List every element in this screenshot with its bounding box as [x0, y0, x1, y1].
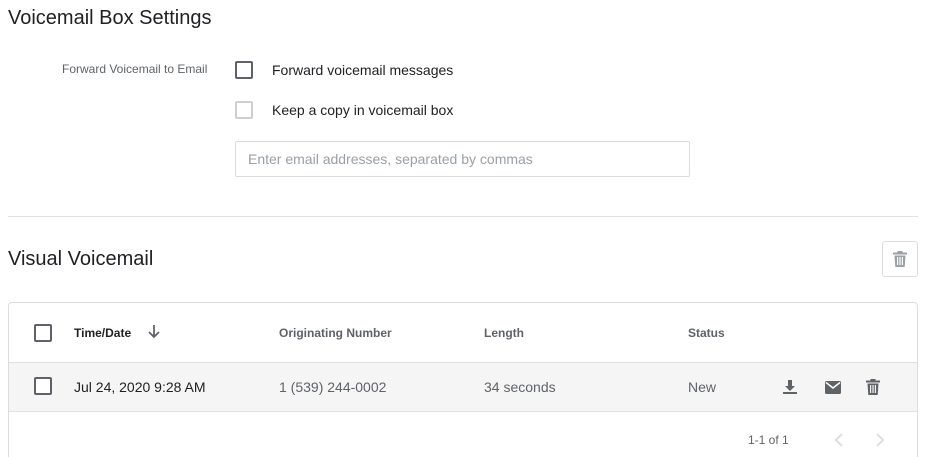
column-status[interactable]: Status [688, 326, 725, 340]
chevron-left-icon [834, 433, 843, 447]
pagination-range: 1-1 of 1 [748, 433, 789, 447]
column-time-date[interactable]: Time/Date [74, 326, 131, 340]
email-button[interactable] [823, 377, 843, 397]
download-button[interactable] [780, 377, 800, 397]
delete-row-button[interactable] [863, 377, 883, 397]
keep-copy-checkbox[interactable] [235, 101, 253, 119]
section-divider [8, 216, 918, 217]
column-length[interactable]: Length [484, 326, 524, 340]
row-status: New [688, 379, 717, 395]
visual-voicemail-title: Visual Voicemail [8, 248, 154, 270]
prev-page-button[interactable] [830, 431, 848, 449]
table-row[interactable]: Jul 24, 2020 9:28 AM 1 (539) 244-0002 34… [9, 363, 917, 412]
row-originating-number: 1 (539) 244-0002 [279, 379, 387, 395]
row-length: 34 seconds [484, 379, 556, 395]
delete-selected-button[interactable] [882, 241, 918, 277]
forward-messages-checkbox[interactable] [235, 61, 253, 79]
email-icon [825, 380, 841, 394]
chevron-right-icon [876, 433, 885, 447]
forward-messages-label[interactable]: Forward voicemail messages [272, 62, 453, 78]
voicemail-page: Voicemail Box Settings Forward Voicemail… [0, 0, 931, 457]
trash-icon [893, 251, 907, 267]
select-all-checkbox[interactable] [34, 324, 52, 342]
forward-to-email-label: Forward Voicemail to Email [62, 62, 208, 76]
row-time-date: Jul 24, 2020 9:28 AM [74, 379, 206, 395]
next-page-button[interactable] [871, 431, 889, 449]
download-icon [783, 380, 797, 394]
voicemail-table: Time/Date Originating Number Length Stat… [8, 302, 918, 457]
table-header: Time/Date Originating Number Length Stat… [9, 303, 917, 363]
keep-copy-label: Keep a copy in voicemail box [272, 102, 454, 118]
row-select-checkbox[interactable] [34, 377, 52, 395]
arrow-down-icon[interactable] [148, 325, 160, 339]
column-originating-number[interactable]: Originating Number [279, 326, 392, 340]
email-addresses-input[interactable] [235, 141, 690, 177]
voicemail-settings-title: Voicemail Box Settings [8, 7, 212, 29]
trash-icon [866, 379, 880, 395]
